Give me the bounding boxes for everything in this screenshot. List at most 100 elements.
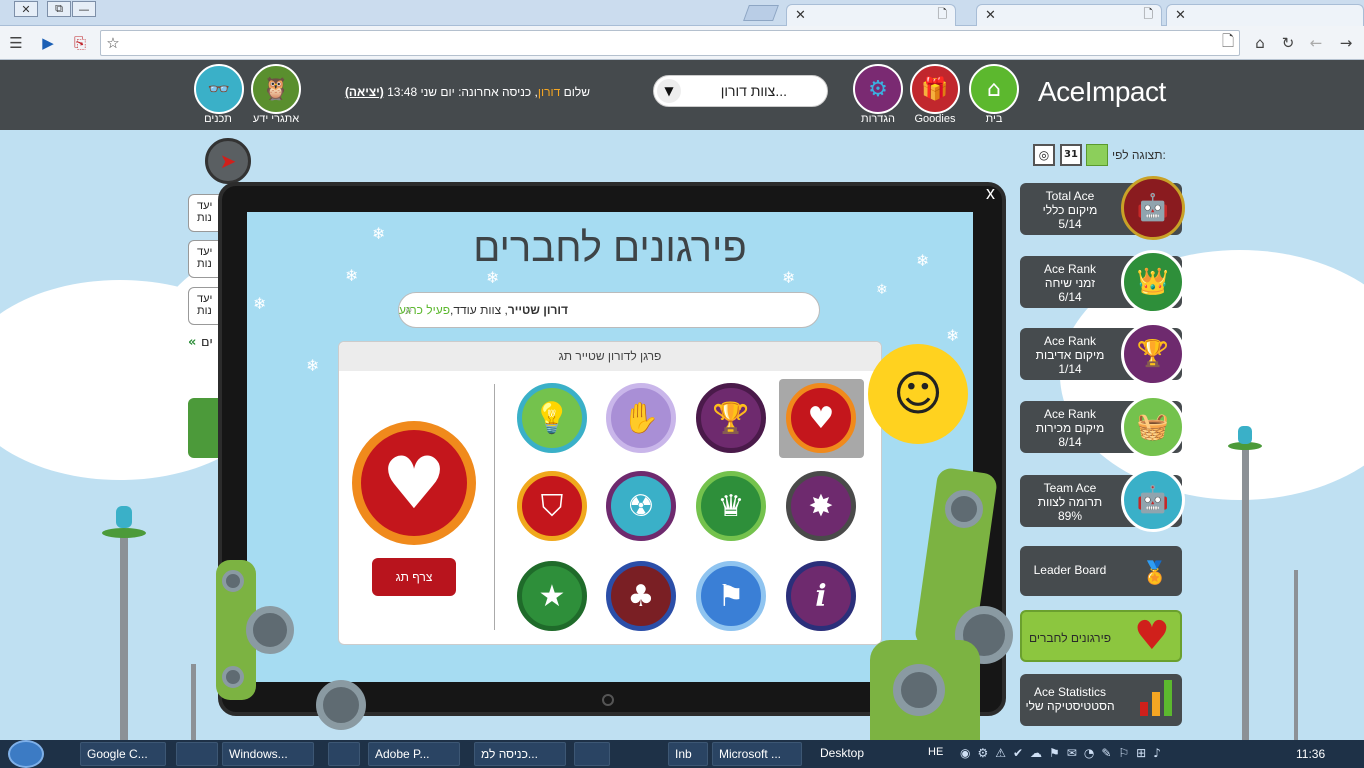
tablet-home-button[interactable] — [602, 694, 614, 706]
minimize-icon: — — [78, 2, 90, 16]
shield-icon: ⛉ — [540, 488, 564, 524]
brand-logo[interactable]: AceImpact — [1038, 76, 1166, 108]
taskbar-item[interactable]: Inb — [668, 742, 708, 766]
goodies-nav-button[interactable]: 🎁 — [910, 64, 960, 114]
pdf-icon[interactable]: ⎘ — [70, 34, 90, 52]
tray-icons[interactable]: ◉⚙⚠✔☁⚑✉◔✎⚐⊞♪ — [960, 746, 1168, 760]
badge-option[interactable]: ☢ — [606, 471, 676, 541]
badge-option[interactable]: 💡 — [517, 383, 587, 453]
clock[interactable]: 11:36 — [1296, 747, 1325, 761]
reload-icon[interactable]: ↻ — [1278, 34, 1298, 52]
desktop-toolbar[interactable]: Desktop — [820, 746, 864, 760]
language-indicator[interactable]: HE — [928, 746, 943, 758]
rank-subtitle: זמני שיחה — [1044, 276, 1096, 290]
menu-icon[interactable]: ☰ — [6, 34, 26, 52]
new-tab-button[interactable] — [743, 5, 779, 21]
taskbar-item[interactable]: Adobe P... — [368, 742, 460, 766]
rank-subtitle: מיקום מכירות — [1035, 421, 1105, 435]
more-link-label: ים — [200, 335, 213, 350]
close-window-button[interactable]: ✕ — [14, 1, 38, 17]
selected-badge-preview: ♥ — [352, 421, 476, 545]
month-calendar-icon[interactable]: 31 — [1060, 144, 1082, 166]
last-login: , כניסה אחרונה: יום שני 13:48 — [387, 85, 538, 99]
logout-link[interactable]: (יציאה) — [345, 85, 384, 99]
crown-robot-icon: 👑 — [1121, 250, 1185, 314]
divider — [494, 384, 495, 630]
rank-title: Ace Rank — [1043, 407, 1097, 421]
close-icon: ✕ — [21, 2, 31, 16]
snowflake-icon: ❄ — [946, 326, 960, 345]
compass-icon[interactable]: ➤ — [205, 138, 251, 184]
cup-robot-icon: 🏆 — [1121, 322, 1185, 386]
browser-tab[interactable]: ✕ — [1166, 4, 1364, 26]
back-icon[interactable]: ← — [1306, 34, 1326, 52]
taskbar-item[interactable] — [328, 742, 360, 766]
grid-calendar-icon[interactable] — [1086, 144, 1108, 166]
taskbar-item[interactable]: כניסה למ... — [474, 742, 566, 766]
more-link[interactable]: « ים — [188, 335, 212, 350]
close-modal-button[interactable]: x — [986, 183, 995, 204]
home-icon[interactable]: ⌂ — [1250, 34, 1270, 52]
snowflake-icon: ❄ — [306, 356, 320, 375]
browser-tab[interactable]: ✕ 🗋 — [786, 4, 956, 26]
dropdown-arrow-icon[interactable]: ▼ — [657, 79, 681, 103]
badge-option[interactable]: i — [786, 561, 856, 631]
taskbar-item[interactable]: Google C... — [80, 742, 166, 766]
badge-option[interactable]: ♣ — [606, 561, 676, 631]
page-icon[interactable]: 🗋 — [1218, 32, 1238, 52]
taskbar-item[interactable] — [574, 742, 610, 766]
play-icon[interactable]: ▶ — [38, 34, 58, 52]
taskbar-item[interactable]: Windows... — [222, 742, 314, 766]
kudos-nav-label: פירגונים לחברים — [1028, 631, 1112, 645]
3d-glasses-icon: 👓 — [207, 78, 231, 100]
greeting-text: שלום דורון, כניסה אחרונה: יום שני 13:48 … — [300, 85, 590, 99]
rank-value: 6/14 — [1058, 290, 1082, 304]
badge-option[interactable]: ⛉ — [517, 471, 587, 541]
rank-subtitle: תרומה לצוות — [1037, 495, 1103, 509]
view-by-label: תצוגה לפי: — [1112, 148, 1166, 162]
knowledge-challenges-button[interactable]: 🦉 — [251, 64, 301, 114]
start-button[interactable] — [8, 740, 44, 768]
badge-option[interactable]: ✸ — [786, 471, 856, 541]
info-icon: i — [815, 578, 827, 614]
minimize-window-button[interactable]: — — [72, 1, 96, 17]
snowflake-icon: ❄ — [876, 282, 888, 298]
content-button[interactable]: 👓 — [194, 64, 244, 114]
pole — [1294, 570, 1298, 740]
robot-icon — [116, 506, 132, 528]
close-tab-icon[interactable]: ✕ — [985, 8, 996, 23]
badge-option[interactable]: ✋ — [606, 383, 676, 453]
search-icon: ⌕ — [405, 302, 413, 318]
platform — [102, 528, 146, 538]
member-search-input[interactable]: דורון שטייר, צוות עודד, פעיל כרגע — [398, 292, 820, 328]
target-calendar-icon[interactable]: ◎ — [1033, 144, 1055, 166]
forward-icon[interactable]: → — [1336, 34, 1356, 52]
trophy-icon: 🏆 — [712, 400, 750, 436]
taskbar-item[interactable] — [176, 742, 218, 766]
bookmark-star-icon[interactable]: ☆ — [103, 34, 123, 52]
address-bar[interactable] — [100, 30, 1240, 56]
taskbar-item[interactable]: Microsoft ... — [712, 742, 802, 766]
rank-subtitle: מיקום אדיבות — [1035, 348, 1105, 362]
browser-tab[interactable]: ✕ 🗋 — [976, 4, 1162, 26]
taskbar-item-label: Inb — [675, 747, 692, 761]
modal-title: פירגונים לחברים — [473, 226, 747, 270]
statistics-subtitle: הסטטיסטיקה שלי — [1025, 699, 1115, 713]
double-chevron-icon: « — [188, 335, 197, 350]
badge-option[interactable]: ♛ — [696, 471, 766, 541]
rank-subtitle: מיקום כללי — [1042, 203, 1098, 217]
badge-panel-title: פרגן לדורון שטייר תג — [339, 342, 881, 371]
badge-option[interactable]: 🏆 — [696, 383, 766, 453]
badge-option[interactable]: ★ — [517, 561, 587, 631]
rank-title: Total Ace — [1045, 189, 1095, 203]
team-robots-icon: 🤖 — [1121, 468, 1185, 532]
restore-window-button[interactable]: ⧉ — [47, 1, 71, 17]
close-tab-icon[interactable]: ✕ — [1175, 8, 1186, 23]
attach-badge-button[interactable]: צרף תג — [372, 558, 456, 596]
badge-option[interactable]: ♥ — [786, 383, 856, 453]
settings-nav-button[interactable]: ⚙ — [853, 64, 903, 114]
close-tab-icon[interactable]: ✕ — [795, 8, 806, 23]
home-nav-button[interactable]: ⌂ — [969, 64, 1019, 114]
rank-value: 89% — [1057, 509, 1083, 523]
badge-option[interactable]: ⚑ — [696, 561, 766, 631]
